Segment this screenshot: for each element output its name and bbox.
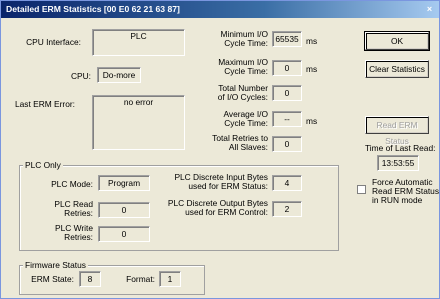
- time-last-read-value: 13:53:55: [377, 155, 419, 171]
- discrete-in-value: 4: [272, 175, 302, 191]
- erm-state-value: 8: [79, 271, 101, 287]
- erm-state-label: ERM State:: [31, 274, 74, 284]
- firmware-status-title: Firmware Status: [23, 260, 88, 270]
- time-last-read-label: Time of Last Read:: [365, 143, 436, 153]
- close-icon[interactable]: ×: [424, 4, 435, 15]
- total-retries-label-2: All Slaves:: [228, 142, 268, 152]
- avg-io-label-2: Cycle Time:: [224, 118, 268, 128]
- cpu-value: Do-more: [97, 67, 141, 83]
- plc-only-title: PLC Only: [23, 160, 63, 170]
- title-bar: Detailed ERM Statistics [00 E0 62 21 63 …: [1, 1, 439, 18]
- avg-io-value: --: [272, 111, 302, 127]
- ok-button[interactable]: OK: [364, 31, 430, 51]
- plc-mode-value: Program: [98, 175, 150, 191]
- last-erm-error-label: Last ERM Error:: [14, 99, 75, 109]
- total-retries-value: 0: [272, 136, 302, 152]
- discrete-out-value: 2: [272, 201, 302, 217]
- plc-read-retries-label-2: Retries:: [64, 208, 93, 218]
- format-label: Format:: [126, 274, 155, 284]
- min-io-unit: ms: [306, 36, 318, 46]
- erm-statistics-dialog: Detailed ERM Statistics [00 E0 62 21 63 …: [0, 0, 440, 299]
- cpu-interface-value: PLC: [92, 29, 185, 56]
- cpu-interface-label: CPU Interface:: [26, 37, 81, 47]
- discrete-out-label-2: used for ERM Control:: [185, 207, 268, 217]
- force-auto-label-3: in RUN mode: [372, 195, 423, 205]
- max-io-unit: ms: [306, 64, 318, 74]
- total-io-value: 0: [272, 85, 302, 101]
- plc-write-retries-value: 0: [98, 226, 150, 242]
- plc-mode-label: PLC Mode:: [51, 179, 93, 189]
- max-io-label-2: Cycle Time:: [224, 66, 268, 76]
- avg-io-unit: ms: [306, 116, 318, 126]
- plc-read-retries-value: 0: [98, 202, 150, 218]
- clear-statistics-button[interactable]: Clear Statistics: [365, 60, 429, 78]
- plc-write-retries-label-2: Retries:: [64, 232, 93, 242]
- read-erm-status-button[interactable]: Read ERM Status: [365, 116, 429, 146]
- last-erm-error-value: no error: [92, 95, 185, 150]
- min-io-label-2: Cycle Time:: [224, 38, 268, 48]
- total-io-label-2: of I/O Cycles:: [217, 92, 268, 102]
- format-value: 1: [159, 271, 181, 287]
- discrete-in-label-2: used for ERM Status:: [188, 181, 268, 191]
- force-auto-checkbox[interactable]: [357, 185, 366, 194]
- window-title: Detailed ERM Statistics [00 E0 62 21 63 …: [6, 4, 180, 14]
- min-io-value: 65535: [272, 31, 302, 47]
- cpu-label: CPU:: [70, 71, 91, 81]
- max-io-value: 0: [272, 60, 302, 76]
